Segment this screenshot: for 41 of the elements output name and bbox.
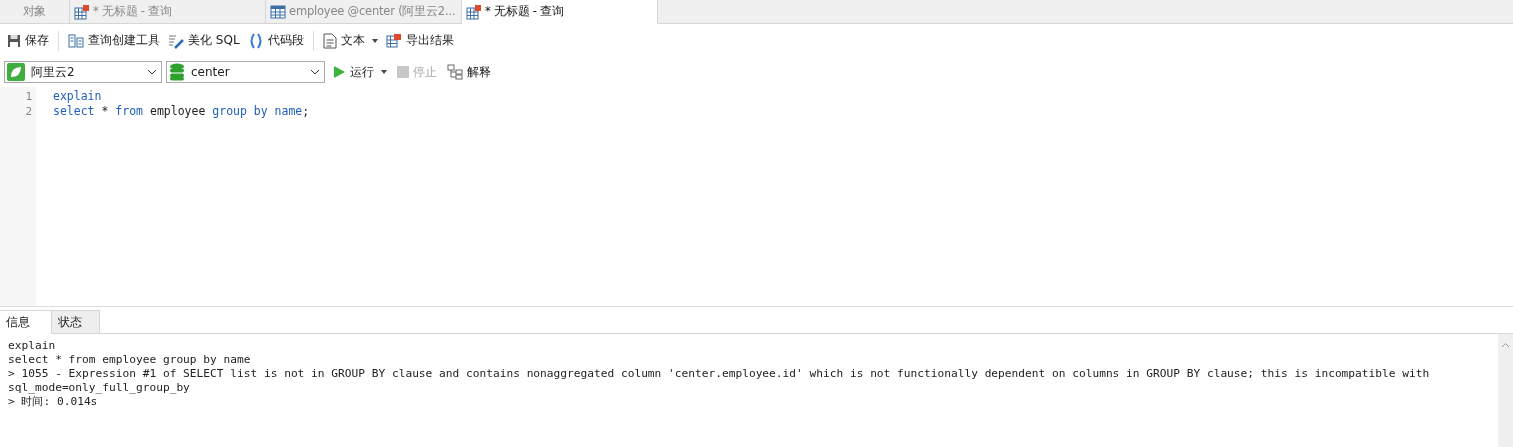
wand-icon [168,32,184,49]
chevron-down-icon [310,69,320,75]
query-table-icon [74,3,90,20]
result-tab[interactable]: 状态 [52,310,100,334]
save-icon [7,33,21,48]
play-icon [332,65,346,79]
line-number: 1 [24,89,33,104]
caret-icon [371,38,378,43]
toolbar-button[interactable]: 美化 SQL [165,30,243,51]
action-button[interactable]: 运行 [329,61,390,83]
toolbar-button[interactable]: 文本 [319,30,381,51]
export-icon [385,32,402,49]
line-number: 2 [24,104,33,119]
chevron-down-icon [147,69,157,75]
output-line: select * from employee group by name [8,353,252,367]
scrollbar[interactable] [1498,334,1513,447]
toolbar-button[interactable]: 代码段 [244,30,307,51]
diagram-icon [447,64,463,80]
table-icon [270,3,286,20]
builder-icon [68,32,84,49]
code-line: select * from employee group by name; [53,104,310,119]
database-select[interactable]: center [166,61,325,83]
output-line: explain [8,339,57,353]
toolbar-button[interactable]: 保存 [4,30,52,51]
code-line: explain [53,89,103,104]
document-icon [322,32,337,49]
document-tab[interactable]: * 无标题 - 查询 [462,0,658,24]
output-line: sql_mode=only_full_group_by [8,381,191,395]
database-icon [169,63,185,81]
output-line: > 时间: 0.014s [8,395,99,409]
query-table-icon [466,3,482,20]
toolbar-button[interactable]: 查询创建工具 [65,30,163,51]
caret-icon [381,70,387,74]
result-tab[interactable]: 信息 [0,310,52,334]
leaf-icon [7,63,25,81]
toolbar-button[interactable]: 导出结果 [382,30,457,51]
output-line: > 1055 - Expression #1 of SELECT list is not in GROUP BY clause and contains nonaggregated column 'center.employee.id' which is not functionally dependent on columns in GROUP BY clause; this is incompatible with [8,367,1431,381]
scroll-up-icon [1501,342,1510,348]
action-button[interactable]: 解释 [444,61,494,83]
stop-icon [397,66,409,78]
connection-select[interactable]: 阿里云2 [4,61,162,83]
